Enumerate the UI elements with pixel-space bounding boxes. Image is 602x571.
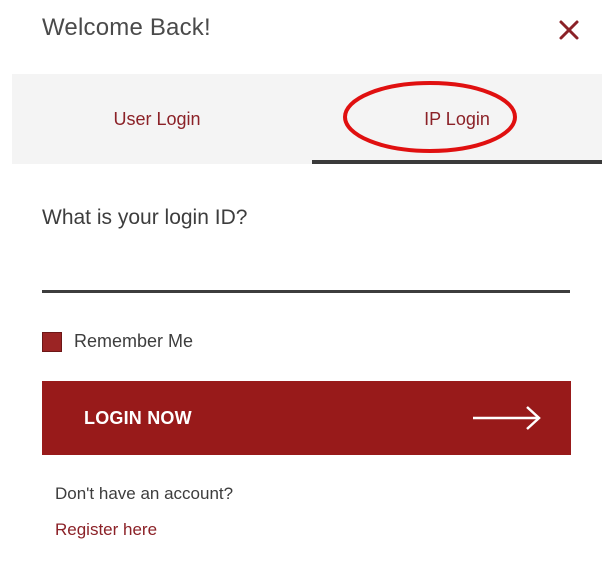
remember-me-label: Remember Me — [74, 331, 194, 351]
tab-ip-login-label: IP Login — [424, 108, 490, 129]
close-icon — [559, 20, 579, 40]
remember-me-checkbox[interactable]: Remember Me — [42, 331, 193, 352]
no-account-text: Don't have an account? — [55, 484, 234, 503]
tab-user-login[interactable]: User Login — [12, 74, 312, 164]
arrow-right-icon — [473, 406, 541, 430]
checkbox-box[interactable] — [42, 331, 62, 352]
tab-ip-login[interactable]: IP Login — [312, 74, 602, 164]
close-button[interactable] — [554, 14, 586, 46]
login-now-button[interactable]: LOGIN NOW — [42, 381, 571, 455]
tab-user-login-label: User Login — [113, 108, 201, 129]
login-dialog: Welcome Back! User Login IP Login What i… — [0, 0, 602, 571]
login-id-question: What is your login ID? — [42, 206, 248, 229]
login-now-label: LOGIN NOW — [84, 407, 192, 428]
dialog-title: Welcome Back! — [42, 14, 211, 41]
dialog-header: Welcome Back! — [0, 0, 602, 74]
register-link[interactable]: Register here — [55, 520, 157, 540]
login-id-input[interactable] — [42, 250, 570, 293]
login-tabs: User Login IP Login — [12, 74, 602, 164]
